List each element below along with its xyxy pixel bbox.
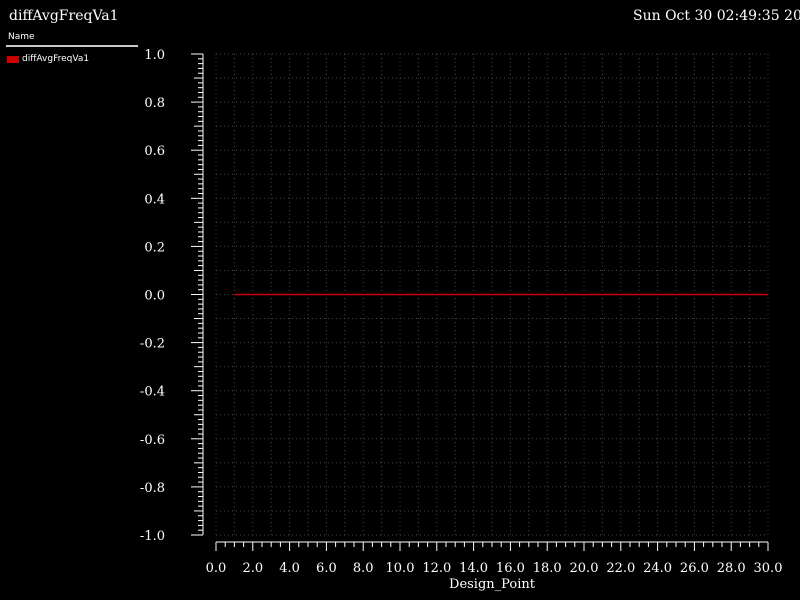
x-tick-label: 14.0 <box>459 561 488 576</box>
x-tick-label: 28.0 <box>717 561 746 576</box>
x-tick-label: 2.0 <box>242 561 263 576</box>
x-tick-label: 26.0 <box>680 561 709 576</box>
y-tick-label: -0.6 <box>140 433 165 448</box>
y-tick-label: 0.6 <box>144 144 165 159</box>
x-tick-label: 20.0 <box>570 561 599 576</box>
x-tick-label: 22.0 <box>606 561 635 576</box>
x-tick-label: 12.0 <box>422 561 451 576</box>
x-tick-label: 4.0 <box>279 561 300 576</box>
y-tick-label: -0.4 <box>140 385 165 400</box>
y-tick-label: 0.2 <box>144 240 165 255</box>
x-tick-label: 18.0 <box>533 561 562 576</box>
y-tick-label: -0.2 <box>140 337 165 352</box>
y-tick-label: 0.0 <box>144 289 165 304</box>
x-tick-label: 0.0 <box>206 561 227 576</box>
x-tick-label: 16.0 <box>496 561 525 576</box>
axes <box>191 53 769 551</box>
x-tick-label: 8.0 <box>353 561 374 576</box>
y-tick-label: -1.0 <box>140 529 165 544</box>
y-tick-label: -0.8 <box>140 481 165 496</box>
tick-labels: 1.0 0.8 0.6 0.4 0.2 0.0 -0.2 -0.4 -0.6 -0.8 -1.0 0.… <box>140 48 783 576</box>
y-tick-label: 1.0 <box>144 48 165 63</box>
plot-area[interactable]: 1.0 0.8 0.6 0.4 0.2 0.0 -0.2 -0.4 -0.6 -0.8 -1.0 0.… <box>0 0 800 600</box>
x-tick-label: 6.0 <box>316 561 337 576</box>
x-tick-label: 10.0 <box>386 561 415 576</box>
x-tick-label: 24.0 <box>643 561 672 576</box>
y-tick-label: 0.8 <box>144 96 165 111</box>
x-tick-label: 30.0 <box>754 561 783 576</box>
x-axis-label: Design_Point <box>449 577 536 592</box>
y-tick-label: 0.4 <box>144 192 165 207</box>
